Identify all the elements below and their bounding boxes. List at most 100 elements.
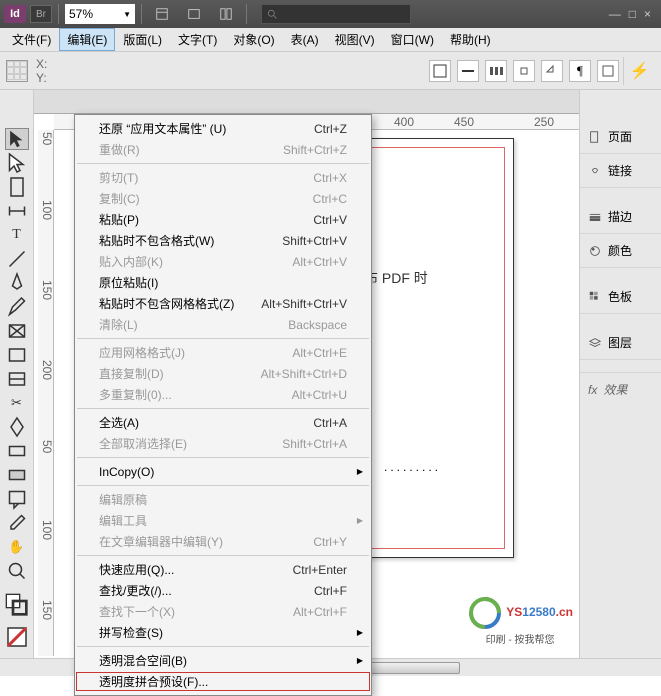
menu-item[interactable]: 查找/更改(/)...Ctrl+F — [75, 580, 371, 601]
menu-layout[interactable]: 版面(L) — [115, 28, 170, 51]
text-wrap-control[interactable] — [513, 60, 535, 82]
menu-table[interactable]: 表(A) — [283, 28, 327, 51]
panel-swatches[interactable]: 色板 — [580, 280, 661, 314]
pen-tool[interactable] — [5, 272, 29, 294]
rectangle-frame-tool[interactable] — [5, 320, 29, 342]
reference-point-widget[interactable] — [6, 60, 28, 82]
menu-item-label: 编辑原稿 — [99, 491, 147, 508]
direct-selection-tool[interactable] — [5, 152, 29, 174]
scissors-tool[interactable]: ✂ — [5, 392, 29, 414]
menu-item[interactable]: 还原 “应用文本属性” (U)Ctrl+Z — [75, 118, 371, 139]
menu-item[interactable]: 粘贴时不包含格式(W)Shift+Ctrl+V — [75, 230, 371, 251]
corner-options[interactable] — [541, 60, 563, 82]
menu-item[interactable]: 快速应用(Q)...Ctrl+Enter — [75, 559, 371, 580]
menu-separator — [77, 163, 369, 164]
menu-window[interactable]: 窗口(W) — [383, 28, 442, 51]
type-tool[interactable]: T — [5, 224, 29, 246]
minimize-button[interactable]: — — [609, 7, 621, 21]
frame-options[interactable] — [597, 60, 619, 82]
search-icon — [266, 8, 278, 20]
menu-item: 全部取消选择(E)Shift+Ctrl+A — [75, 433, 371, 454]
menu-item-shortcut: Ctrl+X — [313, 171, 347, 185]
panel-stroke[interactable]: 描边 — [580, 200, 661, 234]
menu-item[interactable]: 粘贴(P)Ctrl+V — [75, 209, 371, 230]
fill-stroke-swap[interactable] — [5, 594, 29, 616]
panel-links[interactable]: 链接 — [580, 154, 661, 188]
menu-bar: 文件(F) 编辑(E) 版面(L) 文字(T) 对象(O) 表(A) 视图(V)… — [0, 28, 661, 52]
menu-item-label: 透明混合空间(B) — [99, 652, 187, 669]
menu-separator — [77, 485, 369, 486]
horizontal-grid-tool[interactable] — [5, 368, 29, 390]
menu-item-label: 重做(R) — [99, 141, 140, 158]
hand-tool[interactable]: ✋ — [5, 536, 29, 558]
menu-item-shortcut: Shift+Ctrl+V — [282, 234, 347, 248]
menu-item[interactable]: 拼写检查(S) — [75, 622, 371, 643]
menu-item-label: 全选(A) — [99, 414, 139, 431]
menu-type[interactable]: 文字(T) — [170, 28, 225, 51]
page-tool[interactable] — [5, 176, 29, 198]
eyedropper-tool[interactable] — [5, 512, 29, 534]
gradient-swatch-tool[interactable] — [5, 440, 29, 462]
menu-item: 多重复制(0)...Alt+Ctrl+U — [75, 384, 371, 405]
page-margin-guide: 布 PDF 时 曲 ......... — [353, 147, 505, 549]
page-text-dots: ......... — [384, 460, 441, 474]
menu-item-shortcut: Ctrl+Y — [313, 535, 347, 549]
menu-item-shortcut: Alt+Ctrl+E — [292, 346, 347, 360]
align-control[interactable] — [485, 60, 507, 82]
menu-object[interactable]: 对象(O) — [225, 28, 282, 51]
maximize-button[interactable]: □ — [629, 7, 636, 21]
gradient-feather-tool[interactable] — [5, 464, 29, 486]
menu-item[interactable]: 粘贴时不包含网格格式(Z)Alt+Shift+Ctrl+V — [75, 293, 371, 314]
stroke-weight[interactable] — [457, 60, 479, 82]
menu-separator — [77, 408, 369, 409]
line-tool[interactable] — [5, 248, 29, 270]
close-button[interactable]: × — [644, 7, 651, 21]
apply-color[interactable] — [5, 626, 29, 648]
menu-file[interactable]: 文件(F) — [4, 28, 59, 51]
menu-edit[interactable]: 编辑(E) — [59, 28, 115, 51]
quick-apply-button[interactable]: ⚡ — [623, 57, 655, 85]
zoom-tool[interactable] — [5, 560, 29, 582]
menu-item: 重做(R)Shift+Ctrl+Z — [75, 139, 371, 160]
menu-view[interactable]: 视图(V) — [327, 28, 383, 51]
menu-item: 应用网格格式(J)Alt+Ctrl+E — [75, 342, 371, 363]
control-bar: X: Y: ¶ ⚡ — [0, 52, 661, 90]
menu-item-shortcut: Ctrl+C — [313, 192, 347, 206]
screen-mode-button[interactable] — [180, 3, 208, 25]
panel-color[interactable]: 颜色 — [580, 234, 661, 268]
free-transform-tool[interactable] — [5, 416, 29, 438]
menu-item[interactable]: 全选(A)Ctrl+A — [75, 412, 371, 433]
menu-item-label: 清除(L) — [99, 316, 138, 333]
menu-item: 编辑工具 — [75, 510, 371, 531]
chevron-down-icon: ▼ — [123, 10, 131, 19]
menu-item[interactable]: InCopy(O) — [75, 461, 371, 482]
note-tool[interactable] — [5, 488, 29, 510]
view-options-button[interactable] — [148, 3, 176, 25]
panel-effects[interactable]: fx效果 — [580, 372, 661, 406]
panel-layers[interactable]: 图层 — [580, 326, 661, 360]
bridge-button[interactable]: Br — [30, 5, 52, 23]
fill-swatch[interactable] — [429, 60, 451, 82]
selection-tool[interactable] — [5, 128, 29, 150]
menu-help[interactable]: 帮助(H) — [442, 28, 499, 51]
gap-tool[interactable] — [5, 200, 29, 222]
menu-item: 清除(L)Backspace — [75, 314, 371, 335]
panel-pages[interactable]: 页面 — [580, 120, 661, 154]
menu-item-label: 直接复制(D) — [99, 365, 164, 382]
zoom-level-input[interactable]: 57% ▼ — [65, 4, 135, 24]
menu-item-label: 在文章编辑器中编辑(Y) — [99, 533, 223, 550]
help-search-input[interactable] — [261, 4, 411, 24]
menu-item[interactable]: 透明混合空间(B) — [75, 650, 371, 671]
x-label: X: — [36, 57, 47, 71]
rectangle-tool[interactable] — [5, 344, 29, 366]
menu-item: 编辑原稿 — [75, 489, 371, 510]
pencil-tool[interactable] — [5, 296, 29, 318]
menu-item[interactable]: 透明度拼合预设(F)... — [75, 671, 371, 692]
menu-item-shortcut: Ctrl+F — [314, 584, 347, 598]
menu-item[interactable]: 原位粘贴(I) — [75, 272, 371, 293]
menu-item-shortcut: Alt+Ctrl+F — [293, 605, 347, 619]
paragraph-style-icon[interactable]: ¶ — [569, 60, 591, 82]
panel-dock: 页面 链接 描边 颜色 色板 图层 fx效果 — [579, 90, 661, 676]
app-logo-id: Id — [4, 5, 26, 23]
arrange-button[interactable] — [212, 3, 240, 25]
